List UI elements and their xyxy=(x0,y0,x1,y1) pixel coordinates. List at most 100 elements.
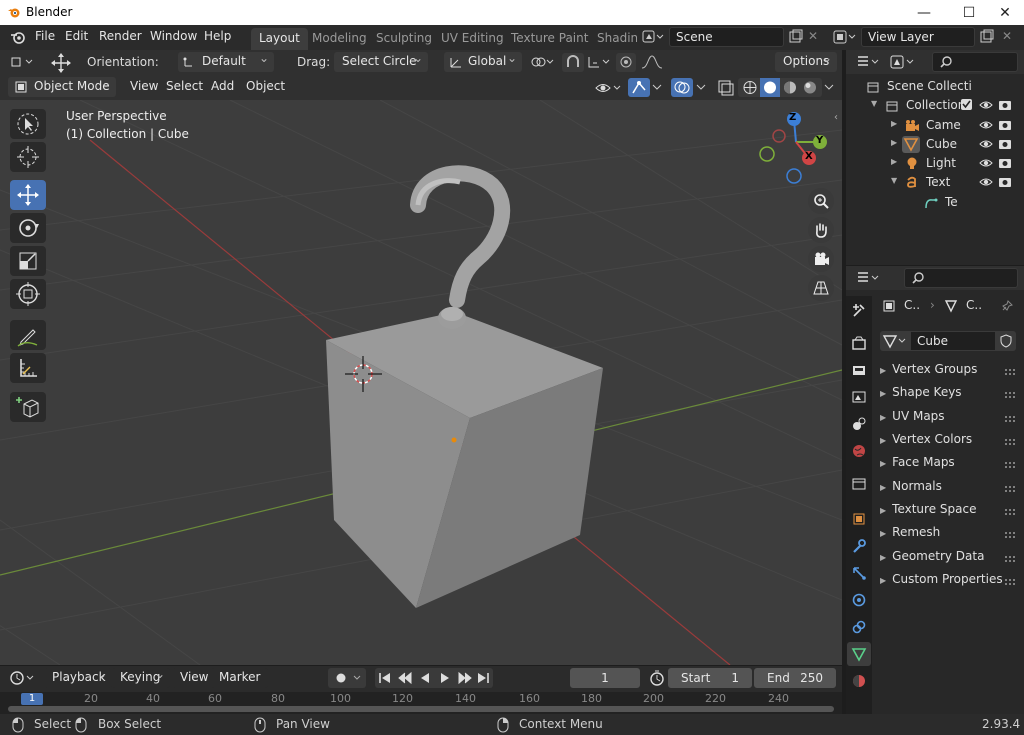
properties-editor-type-icon[interactable] xyxy=(856,270,882,286)
view-layer-field[interactable]: View Layer xyxy=(861,27,975,47)
eye-icon[interactable] xyxy=(979,138,993,150)
zoom-view-button[interactable] xyxy=(808,188,834,214)
render-camera-icon[interactable] xyxy=(998,138,1012,150)
outliner-collection[interactable]: ▼ Collection xyxy=(846,96,1024,115)
expand-arrow-icon[interactable]: ▶ xyxy=(891,138,897,147)
ortho-toggle-button[interactable] xyxy=(808,275,834,301)
keying-menu[interactable]: Keying xyxy=(112,667,170,688)
new-scene-icon[interactable] xyxy=(788,29,804,45)
tab-uv-editing[interactable]: UV Editing xyxy=(433,28,512,50)
menu-help[interactable]: Help xyxy=(204,29,231,43)
drag-handle-icon[interactable] xyxy=(1004,438,1016,446)
jump-end-button[interactable] xyxy=(475,668,493,688)
pin-icon[interactable] xyxy=(1000,299,1014,313)
modifier-tab[interactable] xyxy=(847,534,871,558)
editor-type-icon[interactable] xyxy=(856,54,882,70)
3d-viewport[interactable]: Z Y X User Perspective (1) Collection | … xyxy=(0,100,842,665)
panel-shape-keys[interactable]: ▶ Shape Keys xyxy=(880,385,1020,405)
add-cube-tool-button[interactable] xyxy=(10,392,46,422)
mesh-name-field[interactable]: Cube xyxy=(910,331,996,351)
rotate-tool-button[interactable] xyxy=(10,213,46,243)
tab-layout[interactable]: Layout xyxy=(251,28,308,50)
overlays-toggle-icon[interactable] xyxy=(671,78,693,97)
shading-dropdown-icon[interactable] xyxy=(822,79,836,95)
jump-start-button[interactable] xyxy=(375,668,395,688)
playhead-marker[interactable]: 1 xyxy=(21,693,43,705)
constraints-tab[interactable] xyxy=(847,615,871,639)
solid-shading-icon[interactable] xyxy=(760,78,780,97)
proportional-edit-icon[interactable] xyxy=(616,53,636,72)
view-layer-tab[interactable] xyxy=(847,385,871,409)
transform-tool-button[interactable] xyxy=(10,279,46,309)
expand-arrow-icon[interactable]: ▶ xyxy=(891,157,897,166)
output-tab[interactable] xyxy=(847,358,871,382)
render-tab[interactable] xyxy=(847,331,871,355)
mesh-browse-button[interactable] xyxy=(880,331,910,351)
cursor-tool-button[interactable] xyxy=(10,142,46,172)
material-tab[interactable] xyxy=(847,669,871,693)
panel-normals[interactable]: ▶ Normals xyxy=(880,479,1020,499)
pivot-point-icon[interactable] xyxy=(528,53,556,71)
tab-sculpting[interactable]: Sculpting xyxy=(368,28,440,50)
eye-icon[interactable] xyxy=(979,99,993,111)
tool-tab[interactable] xyxy=(847,298,871,322)
add-menu[interactable]: Add xyxy=(203,77,243,97)
camera-view-button[interactable] xyxy=(808,246,834,272)
xray-toggle-icon[interactable] xyxy=(716,78,736,97)
expand-arrow-icon[interactable]: ▶ xyxy=(891,119,897,128)
remove-scene-icon[interactable]: ✕ xyxy=(808,29,818,43)
new-view-layer-icon[interactable] xyxy=(979,29,995,45)
playback-menu[interactable]: Playback xyxy=(44,667,112,688)
play-reverse-button[interactable] xyxy=(415,668,435,688)
drag-handle-icon[interactable] xyxy=(1004,391,1016,399)
drag-handle-icon[interactable] xyxy=(1004,415,1016,423)
move-tool-button[interactable] xyxy=(10,180,46,210)
tab-texture-paint[interactable]: Texture Paint xyxy=(503,28,596,50)
close-button[interactable]: ✕ xyxy=(985,0,1024,25)
collection-tab[interactable] xyxy=(847,472,871,496)
snap-toggle-icon[interactable] xyxy=(562,53,584,72)
drag-handle-icon[interactable] xyxy=(1004,531,1016,539)
wireframe-shading-icon[interactable] xyxy=(740,78,760,97)
blender-menu-icon[interactable] xyxy=(10,30,26,44)
display-mode-icon[interactable] xyxy=(888,53,916,71)
measure-tool-button[interactable] xyxy=(10,353,46,383)
panel-vertex-colors[interactable]: ▶ Vertex Colors xyxy=(880,432,1020,452)
eye-icon[interactable] xyxy=(979,157,993,169)
scene-tab[interactable] xyxy=(847,412,871,436)
scene-name-field[interactable]: Scene xyxy=(669,27,784,47)
menu-file[interactable]: File xyxy=(35,29,55,43)
object-menu[interactable]: Object xyxy=(238,77,294,97)
outliner-search-field[interactable] xyxy=(932,52,1018,72)
scale-tool-button[interactable] xyxy=(10,246,46,276)
play-button[interactable] xyxy=(435,668,455,688)
minimize-button[interactable]: — xyxy=(904,0,944,25)
rendered-shading-icon[interactable] xyxy=(800,78,820,97)
snap-element-icon[interactable] xyxy=(586,53,612,71)
timeline-ruler[interactable]: 1 20 40 60 80 100 120 140 160 180 200 22… xyxy=(0,692,842,714)
particles-tab[interactable] xyxy=(847,561,871,585)
drag-handle-icon[interactable] xyxy=(1004,485,1016,493)
preview-range-icon[interactable] xyxy=(648,669,666,687)
overlays-dropdown-icon[interactable] xyxy=(694,79,708,95)
gizmo-z-label[interactable]: Z xyxy=(789,112,796,123)
remove-view-layer-icon[interactable]: ✕ xyxy=(1002,29,1012,43)
start-frame-field[interactable]: Start 1 xyxy=(668,668,752,688)
current-frame-field[interactable]: 1 xyxy=(570,668,640,688)
expand-arrow-icon[interactable]: ▼ xyxy=(871,99,877,108)
gizmo-x-label[interactable]: X xyxy=(805,151,813,162)
eye-icon[interactable] xyxy=(979,176,993,188)
render-camera-icon[interactable] xyxy=(998,176,1012,188)
timeline-editor-type-icon[interactable] xyxy=(8,669,38,687)
physics-tab[interactable] xyxy=(847,588,871,612)
prev-keyframe-button[interactable] xyxy=(395,668,415,688)
drag-handle-icon[interactable] xyxy=(1004,461,1016,469)
gizmo-dropdown-icon[interactable] xyxy=(650,79,664,95)
panel-texture-space[interactable]: ▶ Texture Space xyxy=(880,502,1020,522)
data-tab[interactable] xyxy=(847,642,871,666)
render-camera-icon[interactable] xyxy=(998,99,1012,111)
panel-geometry-data[interactable]: ▶ Geometry Data xyxy=(880,549,1020,569)
drag-handle-icon[interactable] xyxy=(1004,368,1016,376)
timeline-view-menu[interactable]: View xyxy=(172,668,217,688)
properties-search-field[interactable] xyxy=(904,268,1018,288)
